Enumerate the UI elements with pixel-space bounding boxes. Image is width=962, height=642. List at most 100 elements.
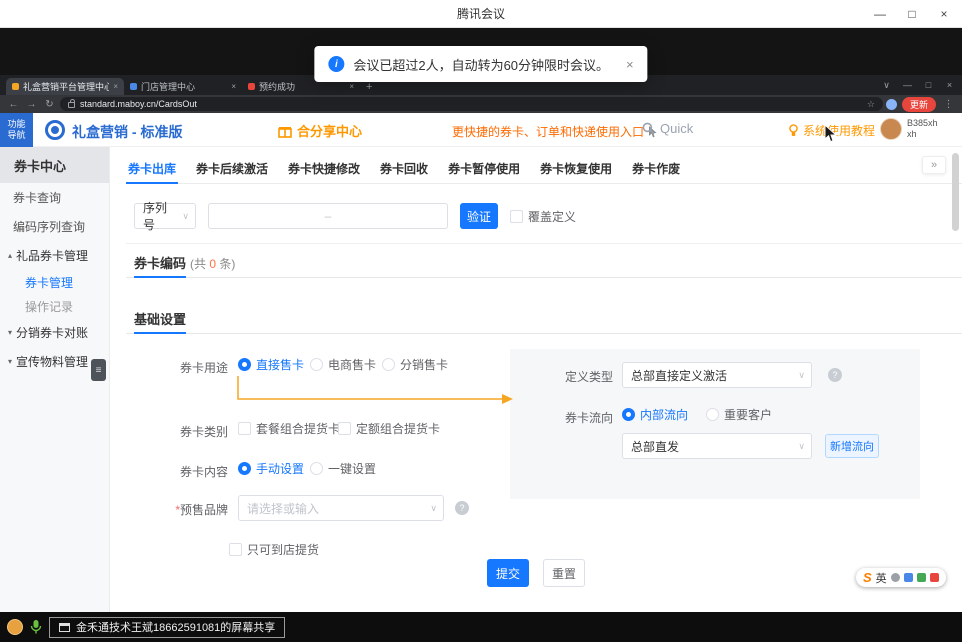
tab-close-icon[interactable]: × [231, 82, 236, 91]
radio-distribution-sale[interactable]: 分销售卡 [382, 356, 448, 373]
new-tab-icon[interactable]: + [366, 81, 372, 93]
lock-icon [68, 102, 75, 108]
nav-toggle-line2: 导航 [7, 130, 25, 141]
nav-toggle-line1: 功能 [7, 119, 25, 130]
radio-label: 电商售卡 [328, 356, 376, 373]
sidebar-item-card-manage[interactable]: 券卡管理 [0, 270, 109, 294]
verify-button[interactable]: 验证 [460, 203, 498, 229]
tab-favicon [248, 83, 255, 90]
sharer-avatar [7, 619, 23, 635]
chevron-down-icon: ∨ [798, 370, 805, 381]
browser-maximize-icon[interactable]: □ [918, 80, 939, 90]
radio-direct-sale[interactable]: 直接售卡 [238, 356, 304, 373]
sidebar-item-operation-log[interactable]: 操作记录 [0, 294, 109, 318]
tab-search-icon[interactable]: ∨ [876, 80, 897, 91]
maximize-icon[interactable]: □ [896, 0, 928, 28]
forward-icon[interactable]: → [24, 99, 39, 110]
sidebar-group-label: 宣传物料管理 [16, 353, 88, 370]
sidebar-group-distribution[interactable]: ▾ 分销券卡对账 [0, 318, 109, 347]
serial-type-value: 序列号 [143, 199, 175, 233]
function-nav-toggle[interactable]: 功能 导航 [0, 113, 33, 147]
info-icon: i [328, 56, 344, 72]
browser-close-icon[interactable]: × [939, 80, 960, 90]
screen-share-stage: 礼盒营销平台管理中心 × 门店管理中心 × 预约成功 × + ∨ — □ [0, 28, 962, 612]
ime-language-mode[interactable]: 英 [876, 570, 887, 586]
ime-toolbar[interactable]: S 英 [856, 568, 946, 587]
checkbox-store-pickup-only[interactable]: 只可到店提货 [229, 541, 319, 558]
radio-manual-setting[interactable]: 手动设置 [238, 460, 304, 477]
toast-close-icon[interactable]: × [626, 57, 634, 72]
radio-icon [310, 358, 323, 371]
brand-placeholder: 请选择或输入 [247, 500, 319, 517]
tab-card-quick-edit[interactable]: 券卡快捷修改 [286, 153, 362, 183]
minimize-icon[interactable]: — [864, 0, 896, 28]
checkbox-fixed-combo-pickup-card[interactable]: 定额组合提货卡 [338, 420, 440, 437]
browser-update-button[interactable]: 更新 [902, 97, 936, 112]
toolbar-right: 更新 ⋮ [886, 97, 956, 112]
tab-card-activate[interactable]: 券卡后续激活 [194, 153, 270, 183]
panel-collapse-button[interactable]: » [922, 156, 946, 174]
browser-profile-avatar[interactable] [886, 99, 897, 110]
checkbox-combo-pickup-card[interactable]: 套餐组合提货卡 [238, 420, 340, 437]
tab-card-pause[interactable]: 券卡暂停使用 [446, 153, 522, 183]
flow-target-select[interactable]: 总部直发 ∨ [622, 433, 812, 459]
triangle-up-icon: ▴ [8, 251, 12, 260]
back-icon[interactable]: ← [6, 99, 21, 110]
bookmark-star-icon[interactable]: ☆ [867, 99, 875, 110]
browser-toolbar: ← → ↻ standard.maboy.cn/CardsOut ☆ 更新 ⋮ [0, 95, 962, 113]
ime-settings-icon[interactable] [917, 573, 926, 582]
browser-minimize-icon[interactable]: — [897, 80, 918, 90]
radio-important-customer[interactable]: 重要客户 [706, 406, 772, 423]
define-type-select[interactable]: 总部直接定义激活 ∨ [622, 362, 812, 388]
browser-tab-1[interactable]: 礼盒营销平台管理中心 × [6, 78, 124, 95]
count-suffix: 条) [216, 257, 235, 271]
user-names: B385xh xh [907, 118, 938, 140]
share-center-link[interactable]: 合分享中心 [278, 121, 362, 140]
scrollbar-thumb[interactable] [952, 153, 959, 231]
serial-type-select[interactable]: 序列号 ∨ [134, 203, 196, 229]
radio-ecommerce-sale[interactable]: 电商售卡 [310, 356, 376, 373]
presale-brand-select[interactable]: 请选择或输入 ∨ [238, 495, 444, 521]
screen-share-bar: 金禾通技术王斌18662591081的屏幕共享 [0, 612, 962, 642]
share-status-label: 金禾通技术王斌18662591081的屏幕共享 [76, 619, 275, 635]
tab-close-icon[interactable]: × [113, 82, 118, 91]
window-controls: — □ × [864, 0, 960, 28]
browser-tab-2[interactable]: 门店管理中心 × [124, 78, 242, 95]
sidebar-group-gift-card[interactable]: ▴ 礼品券卡管理 [0, 241, 109, 270]
tab-card-resume[interactable]: 券卡恢复使用 [538, 153, 614, 183]
microphone-icon[interactable] [30, 619, 42, 635]
close-icon[interactable]: × [928, 0, 960, 28]
add-flow-button[interactable]: 新增流向 [825, 434, 879, 458]
shared-window-icon [59, 623, 70, 632]
submit-button[interactable]: 提交 [487, 559, 529, 587]
serial-range-input[interactable]: – [208, 203, 448, 229]
ime-mode-icon[interactable] [891, 573, 900, 582]
sidebar-collapse-handle[interactable]: ≡ [91, 359, 106, 381]
help-icon[interactable]: ? [828, 368, 842, 382]
help-icon[interactable]: ? [455, 501, 469, 515]
reset-button[interactable]: 重置 [543, 559, 585, 587]
basic-settings-form: 定义类型 总部直接定义激活 ∨ ? 券卡流向 内部流向 [110, 343, 962, 567]
browser-menu-icon[interactable]: ⋮ [941, 99, 956, 110]
ime-keyboard-icon[interactable] [904, 573, 913, 582]
sidebar-item-code-sequence-query[interactable]: 编码序列查询 [0, 212, 109, 241]
triangle-down-icon: ▾ [8, 357, 12, 366]
quick-search[interactable]: Quick [642, 121, 693, 136]
url-text: standard.maboy.cn/CardsOut [80, 99, 862, 109]
tab-card-recycle[interactable]: 券卡回收 [378, 153, 430, 183]
sidebar-item-card-query[interactable]: 券卡查询 [0, 183, 109, 212]
tab-close-icon[interactable]: × [349, 82, 354, 91]
promo-entry-link[interactable]: 更快捷的券卡、订单和快递使用入口 [452, 123, 658, 140]
address-bar[interactable]: standard.maboy.cn/CardsOut ☆ [60, 97, 883, 111]
override-define-checkbox[interactable]: 覆盖定义 [510, 208, 576, 225]
reload-icon[interactable]: ↻ [42, 99, 57, 110]
ime-tools-icon[interactable] [930, 573, 939, 582]
meeting-title: 腾讯会议 [0, 0, 962, 27]
user-account[interactable]: B385xh xh [880, 118, 938, 140]
tab-card-outbound[interactable]: 券卡出库 [126, 153, 178, 183]
tab-favicon [12, 83, 19, 90]
radio-internal-flow[interactable]: 内部流向 [622, 406, 688, 423]
tab-card-void[interactable]: 券卡作废 [630, 153, 682, 183]
radio-one-click-setting[interactable]: 一键设置 [310, 460, 376, 477]
radio-label: 一键设置 [328, 460, 376, 477]
